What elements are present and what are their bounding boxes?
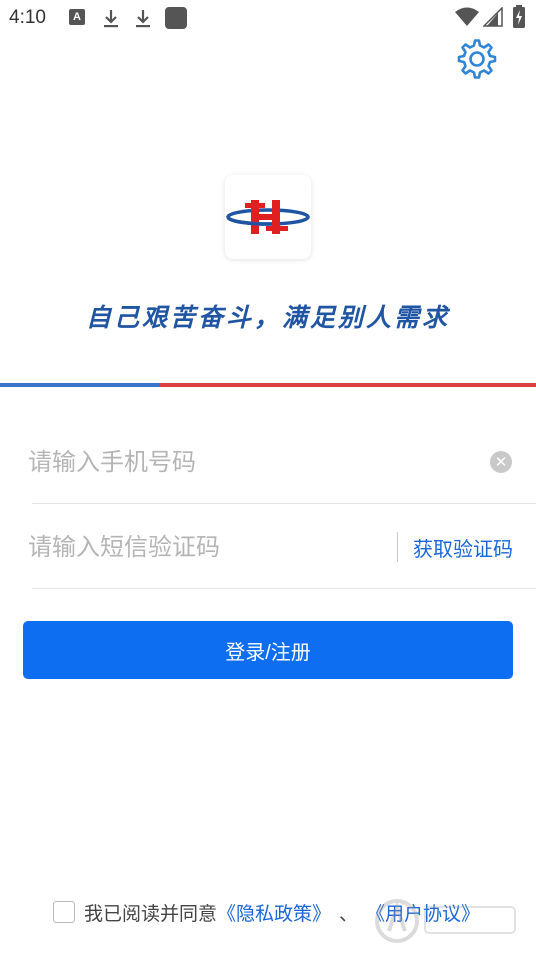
company-logo-icon: [226, 200, 310, 234]
brand-slogan: 自己艰苦奋斗，满足别人需求: [85, 303, 450, 332]
agreement-separator: 、: [339, 902, 359, 925]
phone-field-row: [28, 420, 518, 504]
login-register-button[interactable]: 登录/注册: [23, 621, 513, 679]
get-code-button[interactable]: 获取验证码: [413, 533, 513, 562]
clear-phone-button[interactable]: ✕: [490, 451, 512, 473]
gear-icon: [457, 39, 497, 79]
wifi-icon: [455, 7, 479, 26]
code-separator: [397, 532, 398, 562]
agreement-text: 我已阅读并同意: [84, 902, 218, 925]
battery-charging-icon: [513, 5, 525, 28]
download-icon: [104, 10, 118, 28]
code-underline: [32, 588, 536, 589]
phone-underline: [32, 503, 536, 504]
status-bar: 4:10 A: [0, 0, 536, 38]
agreement-checkbox[interactable]: [53, 901, 75, 923]
app-square-icon: [165, 7, 187, 29]
app-logo: [225, 175, 311, 259]
signal-icon: [483, 7, 503, 27]
privacy-policy-link[interactable]: 《隐私政策》: [217, 899, 331, 926]
a-badge-icon: A: [69, 9, 85, 25]
status-time: 4:10: [9, 7, 46, 28]
download-icon: [136, 10, 150, 28]
watermark-icon: [375, 899, 516, 943]
divider-red: [160, 383, 536, 387]
sms-code-input[interactable]: [28, 525, 388, 569]
divider-blue: [0, 383, 160, 387]
phone-input[interactable]: [28, 440, 468, 484]
settings-button[interactable]: [455, 37, 499, 81]
